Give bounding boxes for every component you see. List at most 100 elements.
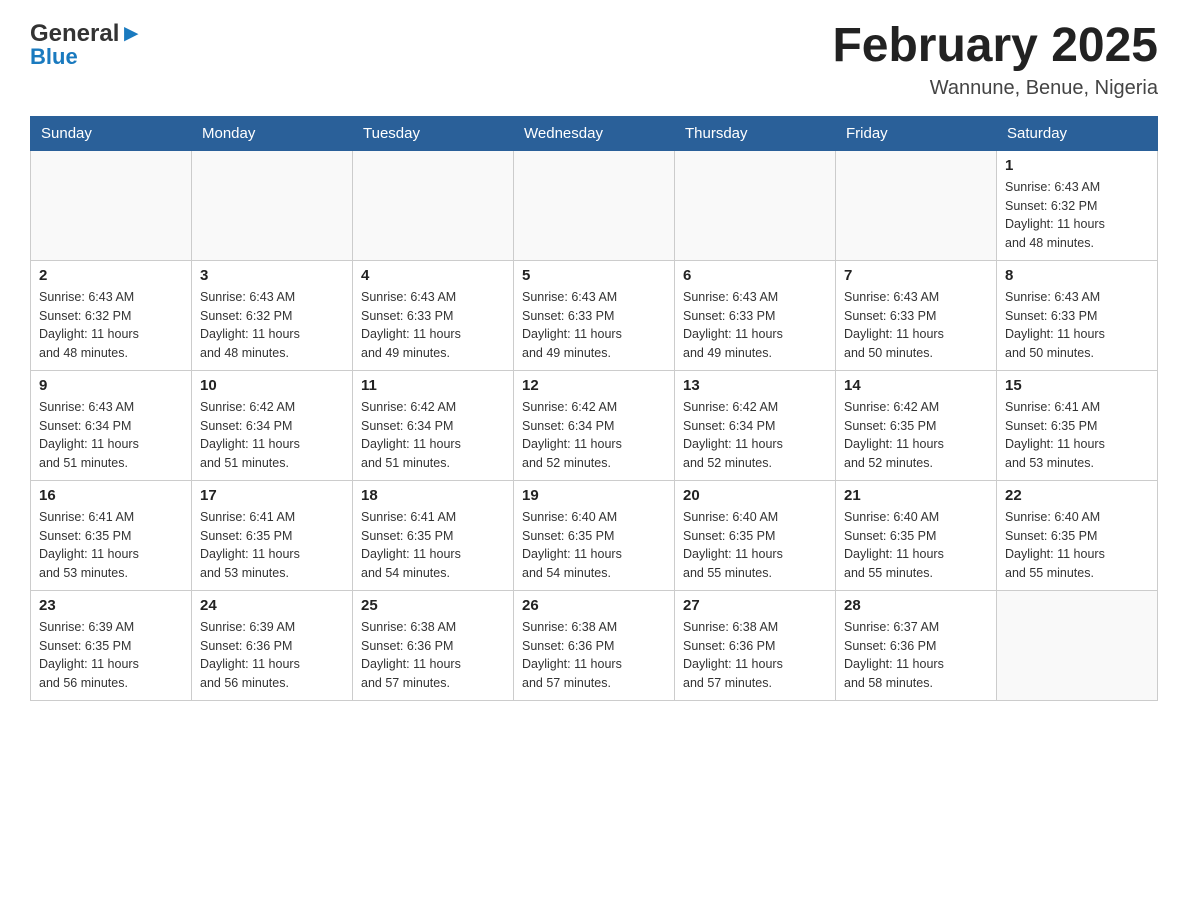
day-info: Sunrise: 6:38 AM Sunset: 6:36 PM Dayligh…: [522, 618, 666, 693]
page-header: General► Blue February 2025 Wannune, Ben…: [30, 20, 1158, 100]
day-number: 26: [522, 597, 666, 614]
day-of-week-saturday: Saturday: [997, 116, 1158, 150]
day-number: 21: [844, 487, 988, 504]
day-info: Sunrise: 6:37 AM Sunset: 6:36 PM Dayligh…: [844, 618, 988, 693]
day-info: Sunrise: 6:43 AM Sunset: 6:32 PM Dayligh…: [39, 288, 183, 363]
day-number: 25: [361, 597, 505, 614]
day-number: 4: [361, 267, 505, 284]
day-number: 2: [39, 267, 183, 284]
day-info: Sunrise: 6:42 AM Sunset: 6:34 PM Dayligh…: [361, 398, 505, 473]
calendar-cell: 13Sunrise: 6:42 AM Sunset: 6:34 PM Dayli…: [675, 370, 836, 480]
calendar-cell: 24 Sunrise: 6:39 AM Sunset: 6:36 PM Dayli…: [192, 590, 353, 700]
day-info: Sunrise: 6:43 AM Sunset: 6:33 PM Dayligh…: [1005, 288, 1149, 363]
day-info: Sunrise: 6:42 AM Sunset: 6:35 PM Dayligh…: [844, 398, 988, 473]
day-number: 9: [39, 377, 183, 394]
day-info: Sunrise: 6:40 AM Sunset: 6:35 PM Dayligh…: [683, 508, 827, 583]
calendar-cell: 8 Sunrise: 6:43 AM Sunset: 6:33 PM Daylig…: [997, 260, 1158, 370]
day-info: Sunrise: 6:38 AM Sunset: 6:36 PM Dayligh…: [683, 618, 827, 693]
calendar-table: SundayMondayTuesdayWednesdayThursdayFrid…: [30, 116, 1158, 701]
day-of-week-tuesday: Tuesday: [353, 116, 514, 150]
week-row-4: 16Sunrise: 6:41 AM Sunset: 6:35 PM Dayli…: [31, 480, 1158, 590]
day-info: Sunrise: 6:40 AM Sunset: 6:35 PM Dayligh…: [522, 508, 666, 583]
calendar-cell: 12 Sunrise: 6:42 AM Sunset: 6:34 PM Dayli…: [514, 370, 675, 480]
day-of-week-friday: Friday: [836, 116, 997, 150]
day-info: Sunrise: 6:42 AM Sunset: 6:34 PM Dayligh…: [522, 398, 666, 473]
day-number: 28: [844, 597, 988, 614]
calendar-cell: 16Sunrise: 6:41 AM Sunset: 6:35 PM Dayli…: [31, 480, 192, 590]
calendar-cell: [31, 150, 192, 260]
calendar-cell: 9 Sunrise: 6:43 AM Sunset: 6:34 PM Daylig…: [31, 370, 192, 480]
day-number: 27: [683, 597, 827, 614]
calendar-cell: 7 Sunrise: 6:43 AM Sunset: 6:33 PM Daylig…: [836, 260, 997, 370]
day-info: Sunrise: 6:39 AM Sunset: 6:36 PM Dayligh…: [200, 618, 344, 693]
day-info: Sunrise: 6:40 AM Sunset: 6:35 PM Dayligh…: [844, 508, 988, 583]
week-row-3: 9 Sunrise: 6:43 AM Sunset: 6:34 PM Daylig…: [31, 370, 1158, 480]
week-row-2: 2 Sunrise: 6:43 AM Sunset: 6:32 PM Daylig…: [31, 260, 1158, 370]
calendar-cell: [192, 150, 353, 260]
day-number: 5: [522, 267, 666, 284]
day-of-week-wednesday: Wednesday: [514, 116, 675, 150]
week-row-5: 23 Sunrise: 6:39 AM Sunset: 6:35 PM Dayli…: [31, 590, 1158, 700]
day-number: 3: [200, 267, 344, 284]
day-number: 6: [683, 267, 827, 284]
day-info: Sunrise: 6:43 AM Sunset: 6:33 PM Dayligh…: [361, 288, 505, 363]
day-number: 17: [200, 487, 344, 504]
day-info: Sunrise: 6:39 AM Sunset: 6:35 PM Dayligh…: [39, 618, 183, 693]
day-number: 7: [844, 267, 988, 284]
calendar-cell: [997, 590, 1158, 700]
month-title: February 2025: [832, 20, 1158, 73]
calendar-cell: 28 Sunrise: 6:37 AM Sunset: 6:36 PM Dayli…: [836, 590, 997, 700]
day-number: 8: [1005, 267, 1149, 284]
day-number: 23: [39, 597, 183, 614]
calendar-cell: 21 Sunrise: 6:40 AM Sunset: 6:35 PM Dayli…: [836, 480, 997, 590]
day-number: 12: [522, 377, 666, 394]
day-info: Sunrise: 6:43 AM Sunset: 6:32 PM Dayligh…: [1005, 178, 1149, 253]
calendar-cell: 10Sunrise: 6:42 AM Sunset: 6:34 PM Dayli…: [192, 370, 353, 480]
day-number: 22: [1005, 487, 1149, 504]
day-number: 11: [361, 377, 505, 394]
calendar-cell: 11 Sunrise: 6:42 AM Sunset: 6:34 PM Dayli…: [353, 370, 514, 480]
calendar-cell: 19Sunrise: 6:40 AM Sunset: 6:35 PM Dayli…: [514, 480, 675, 590]
day-info: Sunrise: 6:43 AM Sunset: 6:33 PM Dayligh…: [522, 288, 666, 363]
day-info: Sunrise: 6:41 AM Sunset: 6:35 PM Dayligh…: [1005, 398, 1149, 473]
calendar-cell: [514, 150, 675, 260]
calendar-cell: 4 Sunrise: 6:43 AM Sunset: 6:33 PM Daylig…: [353, 260, 514, 370]
day-number: 24: [200, 597, 344, 614]
title-block: February 2025 Wannune, Benue, Nigeria: [832, 20, 1158, 100]
day-number: 15: [1005, 377, 1149, 394]
day-of-week-monday: Monday: [192, 116, 353, 150]
calendar-cell: 22 Sunrise: 6:40 AM Sunset: 6:35 PM Dayli…: [997, 480, 1158, 590]
day-info: Sunrise: 6:42 AM Sunset: 6:34 PM Dayligh…: [200, 398, 344, 473]
calendar-cell: 25 Sunrise: 6:38 AM Sunset: 6:36 PM Dayli…: [353, 590, 514, 700]
days-of-week-row: SundayMondayTuesdayWednesdayThursdayFrid…: [31, 116, 1158, 150]
day-info: Sunrise: 6:38 AM Sunset: 6:36 PM Dayligh…: [361, 618, 505, 693]
day-of-week-sunday: Sunday: [31, 116, 192, 150]
calendar-cell: 1 Sunrise: 6:43 AM Sunset: 6:32 PM Daylig…: [997, 150, 1158, 260]
calendar-cell: 20Sunrise: 6:40 AM Sunset: 6:35 PM Dayli…: [675, 480, 836, 590]
calendar-cell: 27 Sunrise: 6:38 AM Sunset: 6:36 PM Dayli…: [675, 590, 836, 700]
location-title: Wannune, Benue, Nigeria: [832, 77, 1158, 100]
day-number: 1: [1005, 157, 1149, 174]
calendar-cell: 18Sunrise: 6:41 AM Sunset: 6:35 PM Dayli…: [353, 480, 514, 590]
calendar-cell: [675, 150, 836, 260]
calendar-cell: 17Sunrise: 6:41 AM Sunset: 6:35 PM Dayli…: [192, 480, 353, 590]
calendar-cell: 15 Sunrise: 6:41 AM Sunset: 6:35 PM Dayli…: [997, 370, 1158, 480]
calendar-cell: 3 Sunrise: 6:43 AM Sunset: 6:32 PM Daylig…: [192, 260, 353, 370]
calendar-cell: 14 Sunrise: 6:42 AM Sunset: 6:35 PM Dayli…: [836, 370, 997, 480]
calendar-cell: 26 Sunrise: 6:38 AM Sunset: 6:36 PM Dayli…: [514, 590, 675, 700]
day-info: Sunrise: 6:43 AM Sunset: 6:34 PM Dayligh…: [39, 398, 183, 473]
calendar-cell: 5 Sunrise: 6:43 AM Sunset: 6:33 PM Daylig…: [514, 260, 675, 370]
day-info: Sunrise: 6:43 AM Sunset: 6:33 PM Dayligh…: [844, 288, 988, 363]
calendar-body: 1 Sunrise: 6:43 AM Sunset: 6:32 PM Daylig…: [31, 150, 1158, 700]
day-info: Sunrise: 6:43 AM Sunset: 6:32 PM Dayligh…: [200, 288, 344, 363]
calendar-cell: 2 Sunrise: 6:43 AM Sunset: 6:32 PM Daylig…: [31, 260, 192, 370]
calendar-header: SundayMondayTuesdayWednesdayThursdayFrid…: [31, 116, 1158, 150]
logo: General► Blue: [30, 20, 143, 70]
logo-blue-text: Blue: [30, 44, 78, 70]
day-info: Sunrise: 6:40 AM Sunset: 6:35 PM Dayligh…: [1005, 508, 1149, 583]
day-number: 16: [39, 487, 183, 504]
calendar-cell: [353, 150, 514, 260]
week-row-1: 1 Sunrise: 6:43 AM Sunset: 6:32 PM Daylig…: [31, 150, 1158, 260]
day-number: 14: [844, 377, 988, 394]
calendar-cell: [836, 150, 997, 260]
